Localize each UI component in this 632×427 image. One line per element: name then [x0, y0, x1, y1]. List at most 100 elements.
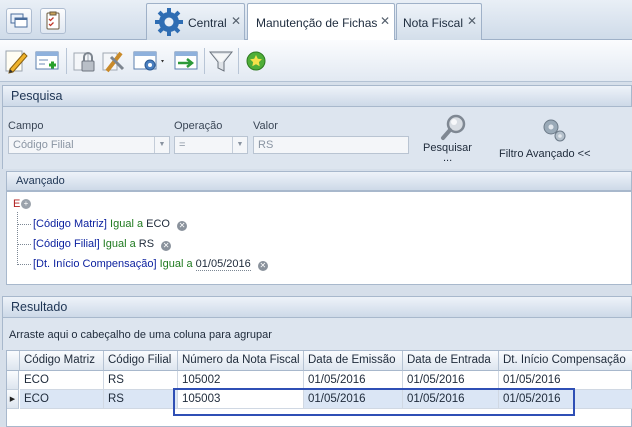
condition-field[interactable]: [Código Filial] — [33, 238, 100, 250]
table-cell[interactable]: 01/05/2016 — [499, 390, 632, 409]
column-header[interactable]: Data de Emissão — [304, 351, 403, 371]
close-icon[interactable]: ✕ — [380, 14, 390, 28]
tab-central-label: Central — [188, 16, 227, 30]
tree-line — [17, 264, 31, 265]
export-button[interactable] — [172, 47, 200, 75]
settings-icon — [133, 51, 164, 71]
edit-button[interactable] — [4, 47, 30, 75]
filter-button[interactable] — [208, 47, 234, 75]
operacao-select[interactable]: = ▼ — [174, 136, 248, 154]
filter-group-operator[interactable]: E — [13, 198, 20, 210]
campo-select[interactable]: Código Filial ▼ — [8, 136, 170, 154]
condition-field[interactable]: [Dt. Início Compensação] — [33, 258, 157, 270]
table-cell-focused[interactable]: 105003 — [178, 390, 304, 409]
column-header[interactable]: Código Matriz — [20, 351, 104, 371]
remove-condition-icon[interactable]: ✕ — [161, 241, 172, 251]
lock-icon — [73, 52, 95, 72]
remove-condition-icon[interactable]: ✕ — [177, 221, 188, 231]
close-icon[interactable]: ✕ — [467, 14, 477, 28]
gears-icon — [543, 119, 566, 142]
table-cell[interactable]: 01/05/2016 — [403, 371, 499, 390]
tree-line — [17, 244, 31, 245]
condition-operator[interactable]: Igual a — [160, 258, 193, 270]
lock-button[interactable] — [72, 47, 98, 75]
filter-condition[interactable]: [Código Filial] Igual a RS ✕ — [33, 238, 172, 251]
tab-strip: Central ✕ Manutenção de Fichas ✕ Nota Fi… — [0, 0, 632, 41]
chevron-down-icon[interactable]: ▼ — [232, 137, 247, 153]
table-cell[interactable]: 01/05/2016 — [403, 390, 499, 409]
condition-value[interactable]: RS — [139, 238, 154, 250]
pencil-icon — [5, 50, 28, 74]
resultado-section-header[interactable]: Resultado — [2, 296, 632, 318]
toolbar-separator — [66, 48, 67, 74]
row-indicator-header — [7, 351, 20, 371]
windows-icon — [10, 13, 28, 28]
pesquisa-panel: Campo Código Filial ▼ Operação = ▼ Valor… — [2, 107, 632, 169]
pesquisa-section-header[interactable]: Pesquisa — [2, 85, 632, 107]
operacao-value: = — [179, 139, 186, 151]
condition-field[interactable]: [Código Matriz] — [33, 218, 107, 230]
toolbar-separator — [204, 48, 205, 74]
toolbar-separator — [238, 48, 239, 74]
close-icon[interactable]: ✕ — [231, 14, 241, 28]
results-grid[interactable]: Código Matriz Código Filial Número da No… — [6, 350, 632, 427]
chevron-down-icon[interactable]: ▼ — [154, 137, 169, 153]
table-cell[interactable]: ECO — [20, 390, 104, 409]
advanced-filter-editor[interactable]: E + [Código Matriz] Igual a ECO ✕ [Códig… — [6, 191, 632, 285]
table-cell[interactable]: 105002 — [178, 371, 304, 390]
table-cell[interactable]: 01/05/2016 — [304, 371, 403, 390]
operacao-label: Operação — [174, 120, 223, 132]
filter-condition[interactable]: [Código Matriz] Igual a ECO ✕ — [33, 218, 188, 231]
magnifier-icon — [441, 114, 466, 140]
group-panel: Arraste aqui o cabeçalho de uma coluna p… — [2, 318, 632, 350]
condition-value[interactable]: 01/05/2016 — [195, 258, 251, 271]
column-header[interactable]: Código Filial — [104, 351, 178, 371]
group-hint[interactable]: Arraste aqui o cabeçalho de uma coluna p… — [9, 329, 272, 341]
export-arrow-icon — [174, 51, 198, 70]
tab-manutencao-de-fichas[interactable]: Manutenção de Fichas ✕ — [247, 3, 395, 41]
filter-condition[interactable]: [Dt. Início Compensação] Igual a 01/05/2… — [33, 258, 268, 271]
column-header[interactable]: Dt. Início Compensação — [499, 351, 632, 371]
column-header[interactable]: Número da Nota Fiscal — [178, 351, 304, 371]
tab-nota-fiscal[interactable]: Nota Fiscal ✕ — [396, 3, 482, 40]
tab-manutencao-label: Manutenção de Fichas — [256, 16, 378, 30]
avancado-header[interactable]: Avançado — [6, 171, 632, 191]
tools-icon — [102, 51, 125, 73]
current-row-indicator[interactable]: ▶ — [7, 390, 19, 409]
campo-value: Código Filial — [13, 139, 74, 151]
tree-line — [17, 224, 31, 225]
gear-icon — [155, 8, 183, 36]
filtro-avancado-label: Filtro Avançado << — [499, 148, 591, 160]
table-cell[interactable]: 01/05/2016 — [499, 371, 632, 390]
row-indicator[interactable] — [7, 371, 19, 390]
pesquisar-ellipsis: ... — [443, 152, 453, 164]
favorite-button[interactable] — [243, 47, 269, 75]
tab-central[interactable]: Central ✕ — [146, 3, 245, 40]
valor-input[interactable]: RS — [253, 136, 409, 154]
clipboard-icon — [46, 11, 60, 30]
condition-operator[interactable]: Igual a — [103, 238, 136, 250]
new-record-button[interactable] — [33, 47, 61, 75]
filtro-avancado-button[interactable]: Filtro Avançado << — [497, 111, 607, 165]
table-cell[interactable]: ECO — [20, 371, 104, 390]
valor-label: Valor — [253, 120, 278, 132]
table-cell[interactable]: RS — [104, 390, 178, 409]
toolbar — [0, 40, 632, 82]
remove-condition-icon[interactable]: ✕ — [257, 261, 268, 271]
add-condition-icon[interactable]: + — [21, 199, 31, 209]
windows-button[interactable] — [6, 8, 32, 34]
pesquisar-button[interactable]: Pesquisar ... — [419, 111, 481, 169]
valor-value: RS — [258, 139, 274, 151]
star-icon — [246, 51, 266, 71]
table-cell[interactable]: 01/05/2016 — [304, 390, 403, 409]
table-cell[interactable]: RS — [104, 371, 178, 390]
add-form-icon — [35, 51, 59, 70]
settings-dropdown-button[interactable] — [132, 47, 168, 75]
tab-nota-fiscal-label: Nota Fiscal — [403, 16, 464, 30]
column-header[interactable]: Data de Entrada — [403, 351, 499, 371]
tree-line — [17, 212, 18, 265]
tools-button[interactable] — [101, 47, 127, 75]
tasks-button[interactable] — [40, 8, 66, 34]
condition-operator[interactable]: Igual a — [110, 218, 143, 230]
condition-value[interactable]: ECO — [146, 218, 170, 230]
